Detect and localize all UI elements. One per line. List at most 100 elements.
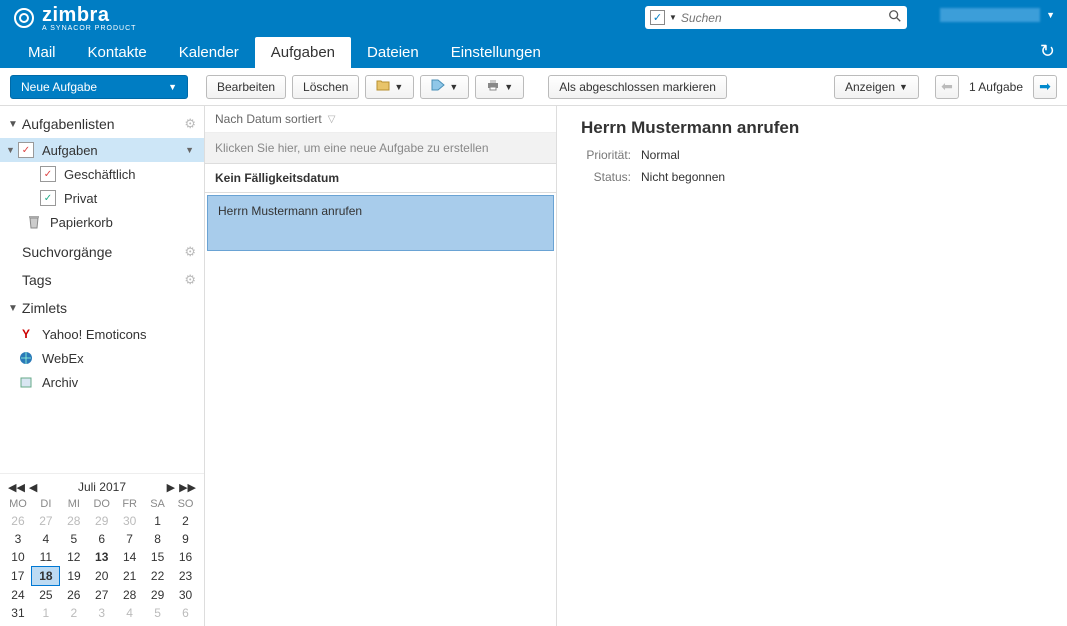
- cal-day[interactable]: 29: [144, 586, 172, 605]
- searches-header[interactable]: Suchvorgänge ⚙: [0, 238, 204, 266]
- cal-dow: FR: [116, 496, 144, 512]
- priority-label: Priorität:: [581, 148, 631, 162]
- mark-complete-button[interactable]: Als abgeschlossen markieren: [548, 75, 727, 99]
- cal-day[interactable]: 30: [116, 512, 144, 530]
- cal-day[interactable]: 26: [60, 586, 88, 605]
- calendar-title[interactable]: Juli 2017: [78, 480, 126, 494]
- sort-header[interactable]: Nach Datum sortiert ▽: [205, 106, 556, 133]
- cal-day[interactable]: 11: [32, 548, 60, 567]
- tag-menu[interactable]: ▼: [420, 75, 469, 99]
- next-page-button[interactable]: ➡: [1033, 75, 1057, 99]
- cal-day[interactable]: 25: [32, 586, 60, 605]
- cal-next-year[interactable]: ▶▶: [179, 481, 196, 494]
- sidebar-list-aufgaben[interactable]: ▼ ✓ Aufgaben ▼: [0, 138, 204, 162]
- search-input[interactable]: [681, 11, 888, 25]
- tab-kontakte[interactable]: Kontakte: [72, 37, 163, 68]
- cal-day[interactable]: 24: [4, 586, 32, 605]
- search-box[interactable]: ✓ ▼: [645, 6, 907, 29]
- task-count: 1 Aufgabe: [969, 80, 1023, 94]
- chevron-down-icon: ▼: [168, 82, 177, 92]
- cal-day[interactable]: 13: [88, 548, 116, 567]
- tab-dateien[interactable]: Dateien: [351, 37, 435, 68]
- zimlet-yahoo[interactable]: Y Yahoo! Emoticons: [0, 322, 204, 346]
- gear-icon[interactable]: ⚙: [184, 272, 196, 288]
- user-menu[interactable]: ▼: [940, 8, 1055, 22]
- cal-day[interactable]: 31: [4, 604, 32, 622]
- cal-day[interactable]: 14: [116, 548, 144, 567]
- move-menu[interactable]: ▼: [365, 75, 414, 99]
- gear-icon[interactable]: ⚙: [184, 244, 196, 260]
- pane-splitter[interactable]: [557, 106, 563, 626]
- cal-day[interactable]: 29: [88, 512, 116, 530]
- cal-day[interactable]: 5: [60, 530, 88, 548]
- new-task-button[interactable]: Neue Aufgabe ▼: [10, 75, 188, 99]
- globe-icon: [18, 350, 34, 366]
- sidebar-trash[interactable]: Papierkorb: [0, 210, 204, 234]
- search-scope-icon[interactable]: ✓: [650, 10, 665, 25]
- cal-day[interactable]: 8: [144, 530, 172, 548]
- cal-day[interactable]: 1: [144, 512, 172, 530]
- zimlets-header[interactable]: ▼ Zimlets: [0, 294, 204, 322]
- cal-day[interactable]: 19: [60, 567, 88, 586]
- cal-day[interactable]: 1: [32, 604, 60, 622]
- cal-day[interactable]: 16: [172, 548, 200, 567]
- cal-day[interactable]: 28: [116, 586, 144, 605]
- tab-mail[interactable]: Mail: [12, 37, 72, 68]
- tab-einstellungen[interactable]: Einstellungen: [435, 37, 557, 68]
- cal-day[interactable]: 7: [116, 530, 144, 548]
- cal-day[interactable]: 2: [172, 512, 200, 530]
- cal-day[interactable]: 2: [60, 604, 88, 622]
- cal-day[interactable]: 4: [32, 530, 60, 548]
- chevron-down-icon: ▼: [449, 82, 458, 92]
- zimlet-archiv[interactable]: Archiv: [0, 370, 204, 394]
- cal-day[interactable]: 3: [4, 530, 32, 548]
- show-menu[interactable]: Anzeigen ▼: [834, 75, 919, 99]
- sidebar-list-geschaeftlich[interactable]: ✓ Geschäftlich: [0, 162, 204, 186]
- cal-day[interactable]: 10: [4, 548, 32, 567]
- edit-button[interactable]: Bearbeiten: [206, 75, 286, 99]
- chevron-down-icon: ▼: [394, 82, 403, 92]
- cal-day[interactable]: 3: [88, 604, 116, 622]
- cal-day[interactable]: 4: [116, 604, 144, 622]
- delete-button[interactable]: Löschen: [292, 75, 359, 99]
- task-list-pane: Nach Datum sortiert ▽ Klicken Sie hier, …: [205, 106, 557, 626]
- search-scope-caret-icon[interactable]: ▼: [669, 13, 677, 22]
- cal-day[interactable]: 9: [172, 530, 200, 548]
- cal-day[interactable]: 6: [172, 604, 200, 622]
- cal-day[interactable]: 6: [88, 530, 116, 548]
- tab-kalender[interactable]: Kalender: [163, 37, 255, 68]
- cal-day[interactable]: 17: [4, 567, 32, 586]
- chevron-down-icon[interactable]: ▼: [185, 145, 194, 155]
- cal-day[interactable]: 27: [88, 586, 116, 605]
- cal-dow: DI: [32, 496, 60, 512]
- cal-day[interactable]: 23: [172, 567, 200, 586]
- sidebar-list-privat[interactable]: ✓ Privat: [0, 186, 204, 210]
- cal-next-month[interactable]: ▶: [167, 481, 175, 494]
- print-menu[interactable]: ▼: [475, 75, 524, 99]
- cal-day[interactable]: 28: [60, 512, 88, 530]
- cal-prev-year[interactable]: ◀◀: [8, 481, 25, 494]
- gear-icon[interactable]: ⚙: [184, 116, 196, 132]
- cal-day[interactable]: 21: [116, 567, 144, 586]
- search-icon[interactable]: [888, 9, 902, 26]
- cal-day[interactable]: 18: [32, 567, 60, 586]
- cal-day[interactable]: 15: [144, 548, 172, 567]
- cal-day[interactable]: 26: [4, 512, 32, 530]
- cal-day[interactable]: 5: [144, 604, 172, 622]
- tab-aufgaben[interactable]: Aufgaben: [255, 37, 351, 68]
- cal-day[interactable]: 27: [32, 512, 60, 530]
- task-lists-header[interactable]: ▼ Aufgabenlisten ⚙: [0, 110, 204, 138]
- cal-day[interactable]: 30: [172, 586, 200, 605]
- cal-day[interactable]: 22: [144, 567, 172, 586]
- cal-day[interactable]: 12: [60, 548, 88, 567]
- cal-prev-month[interactable]: ◀: [29, 481, 37, 494]
- task-item[interactable]: Herrn Mustermann anrufen: [207, 195, 554, 251]
- zimlet-webex[interactable]: WebEx: [0, 346, 204, 370]
- new-task-inline[interactable]: Klicken Sie hier, um eine neue Aufgabe z…: [205, 133, 556, 164]
- tags-header[interactable]: Tags ⚙: [0, 266, 204, 294]
- prev-page-button[interactable]: ⬅: [935, 75, 959, 99]
- status-value: Nicht begonnen: [641, 170, 725, 184]
- brand-logo[interactable]: zimbra A SYNACOR PRODUCT: [12, 4, 136, 32]
- cal-day[interactable]: 20: [88, 567, 116, 586]
- refresh-button[interactable]: ↻: [1040, 41, 1055, 62]
